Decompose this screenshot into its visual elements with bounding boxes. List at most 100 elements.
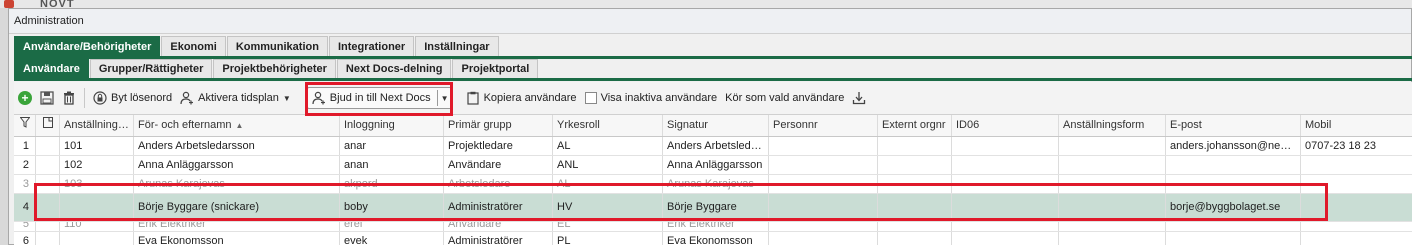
tab-project-permissions[interactable]: Projektbehörigheter	[213, 59, 336, 79]
show-inactive-toggle[interactable]: Visa inaktiva användare	[581, 86, 722, 110]
cell-personal-no	[769, 194, 878, 221]
cell-login: boby	[340, 194, 444, 221]
cell-profession: ANL	[553, 156, 663, 174]
table-row[interactable]: 6 Eva Ekonomsson evek Administratörer PL…	[14, 232, 1412, 245]
cell-personal-no	[769, 232, 878, 245]
column-header-personal-no[interactable]: Personnr	[769, 115, 878, 136]
cell-signature: Erik Elektriker	[663, 222, 769, 231]
tab-project-portal[interactable]: Projektportal	[452, 59, 539, 79]
column-header-email[interactable]: E-post	[1166, 115, 1301, 136]
cell-mobile	[1301, 156, 1391, 174]
cell-employment-form	[1059, 137, 1166, 155]
tab-economy[interactable]: Ekonomi	[161, 36, 226, 57]
table-header-row: Anställningsnr För- och efternamn ▲ Inlog…	[14, 115, 1412, 137]
column-chooser-icon[interactable]	[36, 115, 60, 136]
cell-employment-form	[1059, 222, 1166, 231]
cell-employee-no	[60, 232, 134, 245]
cell-login: akpord	[340, 175, 444, 193]
toolbar-separator	[84, 88, 85, 108]
invite-next-docs-wrapper: Bjud in till Next Docs ▼	[303, 86, 456, 110]
table-row[interactable]: 5 110 Erik Elektriker erel Användare EL …	[14, 222, 1412, 232]
chevron-down-icon[interactable]: ▼	[283, 94, 291, 103]
cell-login: anar	[340, 137, 444, 155]
cell-name: Börje Byggare (snickare)	[134, 194, 340, 221]
cell-login: evek	[340, 232, 444, 245]
window-title: Administration	[9, 9, 1411, 34]
cell-name: Anna Anläggarsson	[134, 156, 340, 174]
copy-users-button[interactable]: Kopiera användare	[462, 86, 581, 110]
add-user-button[interactable]: +	[14, 86, 36, 110]
cell-primary-group: Projektledare	[444, 137, 553, 155]
column-header-employment-form[interactable]: Anställningsform	[1059, 115, 1166, 136]
column-header-login[interactable]: Inloggning	[340, 115, 444, 136]
tab-settings[interactable]: Inställningar	[415, 36, 499, 57]
cell-employment-form	[1059, 194, 1166, 221]
row-marker	[36, 222, 60, 231]
tab-users[interactable]: Användare	[14, 59, 89, 79]
invite-next-docs-button[interactable]: Bjud in till Next Docs ▼	[306, 87, 452, 109]
cell-employee-no: 102	[60, 156, 134, 174]
row-number: 6	[14, 232, 36, 245]
cell-email	[1166, 175, 1301, 193]
delete-button[interactable]	[58, 86, 80, 110]
plus-icon: +	[18, 91, 32, 105]
clipboard-icon	[466, 91, 479, 105]
column-header-name-label: För- och efternamn	[138, 119, 232, 131]
cell-mobile	[1301, 232, 1391, 245]
tab-integrations[interactable]: Integrationer	[328, 36, 415, 57]
sub-tabs-underline	[14, 78, 1412, 81]
column-header-primary-group[interactable]: Primär grupp	[444, 115, 553, 136]
row-marker	[36, 175, 60, 193]
cell-employment-form	[1059, 175, 1166, 193]
table-row[interactable]: 3 103 Arunas Karajevas akpord Arbetsleda…	[14, 175, 1412, 194]
activate-schedule-button[interactable]: Aktivera tidsplan ▼	[176, 86, 295, 110]
row-number: 5	[14, 222, 36, 231]
table-row[interactable]: 1 101 Anders Arbetsledarsson anar Projek…	[14, 137, 1412, 156]
column-header-mobile[interactable]: Mobil	[1301, 115, 1391, 136]
save-button[interactable]	[36, 86, 58, 110]
run-as-user-label: Kör som vald användare	[725, 92, 845, 104]
chevron-down-icon[interactable]: ▼	[441, 94, 449, 103]
split-divider	[436, 90, 438, 106]
column-header-id06[interactable]: ID06	[952, 115, 1059, 136]
cell-primary-group: Arbetsledare	[444, 175, 553, 193]
cell-name: Anders Arbetsledarsson	[134, 137, 340, 155]
cell-employment-form	[1059, 156, 1166, 174]
tab-users-permissions[interactable]: Användare/Behörigheter	[14, 36, 161, 57]
column-header-employee-no[interactable]: Anställningsnr	[60, 115, 134, 136]
cell-external-org-no	[878, 137, 952, 155]
tab-communication[interactable]: Kommunikation	[226, 36, 328, 57]
background-app-strip: NOVT	[0, 0, 1412, 8]
cell-signature: Börje Byggare	[663, 194, 769, 221]
row-marker	[36, 194, 60, 221]
administration-window: Administration Användare/Behörigheter Ek…	[8, 8, 1412, 245]
export-button[interactable]	[848, 86, 870, 110]
cell-profession: PL	[553, 232, 663, 245]
filter-icon[interactable]	[14, 115, 36, 136]
table-row-selected[interactable]: 4 Börje Byggare (snickare) boby Administ…	[14, 194, 1412, 222]
show-inactive-checkbox[interactable]	[584, 92, 597, 104]
column-header-external-org-no[interactable]: Externt orgnr	[878, 115, 952, 136]
column-header-name[interactable]: För- och efternamn ▲	[134, 115, 340, 136]
column-header-profession[interactable]: Yrkesroll	[553, 115, 663, 136]
copy-users-label: Kopiera användare	[483, 92, 577, 104]
row-marker	[36, 137, 60, 155]
cell-personal-no	[769, 222, 878, 231]
activate-schedule-label: Aktivera tidsplan	[198, 92, 279, 104]
cell-mobile	[1301, 175, 1391, 193]
cell-name: Arunas Karajevas	[134, 175, 340, 193]
cell-external-org-no	[878, 222, 952, 231]
tab-next-docs-sharing[interactable]: Next Docs-delning	[336, 59, 452, 79]
cell-profession: EL	[553, 222, 663, 231]
cell-mobile: 0707-23 18 23	[1305, 140, 1376, 152]
change-password-button[interactable]: Byt lösenord	[89, 86, 176, 110]
cell-mobile	[1301, 194, 1391, 221]
tab-groups-permissions[interactable]: Grupper/Rättigheter	[89, 59, 213, 79]
cell-login: anan	[340, 156, 444, 174]
row-marker	[36, 232, 60, 245]
run-as-user-button[interactable]: Kör som vald användare	[721, 86, 848, 110]
user-add-icon	[180, 91, 194, 105]
lock-icon	[93, 91, 107, 105]
column-header-signature[interactable]: Signatur	[663, 115, 769, 136]
table-row[interactable]: 2 102 Anna Anläggarsson anan Användare A…	[14, 156, 1412, 175]
